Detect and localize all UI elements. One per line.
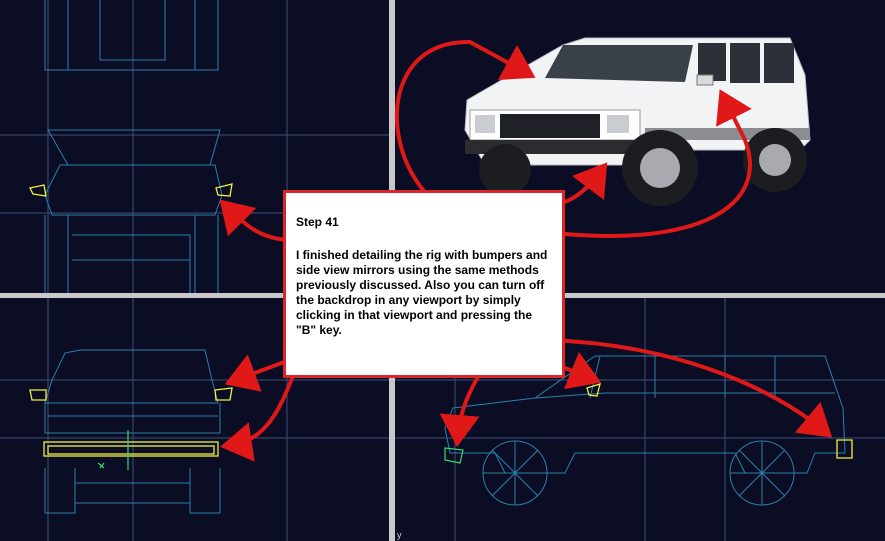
note-title: Step 41	[296, 215, 339, 229]
instruction-note: Step 41 I finished detailing the rig wit…	[283, 190, 565, 378]
note-body: I finished detailing the rig with bumper…	[296, 248, 548, 337]
